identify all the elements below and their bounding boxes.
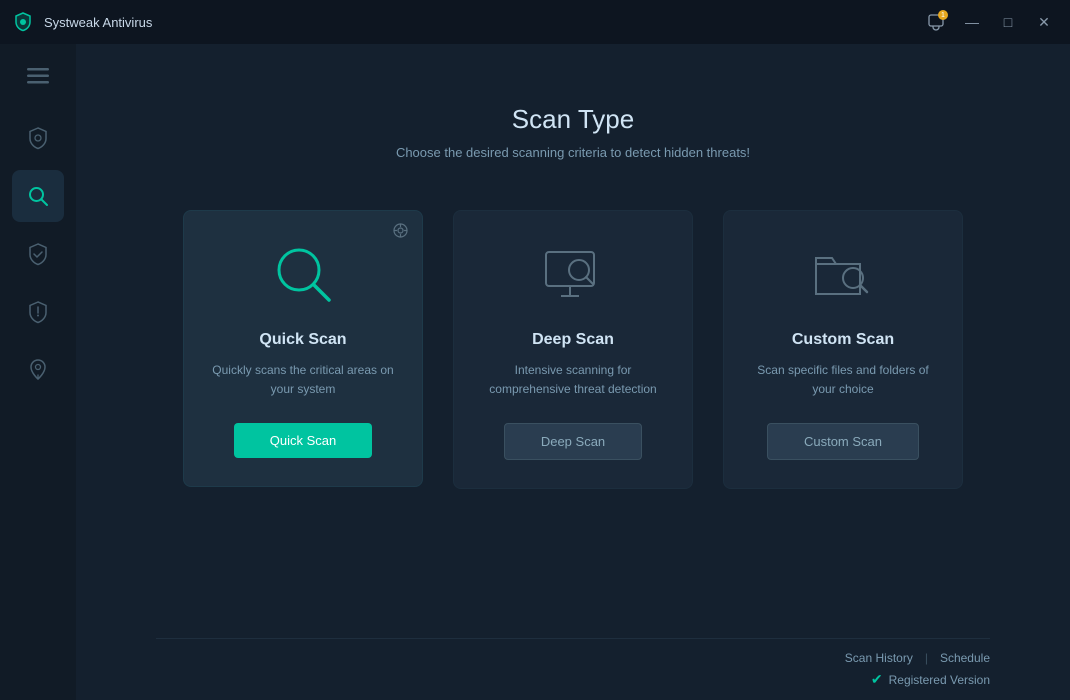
- notification-badge: 1: [938, 10, 948, 20]
- sidebar: [0, 44, 76, 700]
- page-header: Scan Type Choose the desired scanning cr…: [396, 104, 750, 160]
- sidebar-item-scan[interactable]: [12, 170, 64, 222]
- titlebar-controls: 1 — □ ✕: [922, 8, 1058, 36]
- custom-scan-desc: Scan specific files and folders of your …: [748, 361, 938, 399]
- close-button[interactable]: ✕: [1030, 12, 1058, 32]
- schedule-link[interactable]: Schedule: [940, 651, 990, 665]
- quick-scan-desc: Quickly scans the critical areas on your…: [208, 361, 398, 399]
- maximize-button[interactable]: □: [994, 12, 1022, 32]
- registered-text: Registered Version: [889, 673, 990, 687]
- page-subtitle: Choose the desired scanning criteria to …: [396, 145, 750, 160]
- titlebar: Systweak Antivirus 1 — □ ✕: [0, 0, 1070, 44]
- titlebar-left: Systweak Antivirus: [12, 11, 152, 33]
- sidebar-item-check[interactable]: [12, 228, 64, 280]
- quick-scan-name: Quick Scan: [259, 331, 346, 349]
- sidebar-item-boost[interactable]: [12, 344, 64, 396]
- minimize-button[interactable]: —: [958, 12, 986, 32]
- app-title: Systweak Antivirus: [44, 15, 152, 30]
- footer: Scan History | Schedule ✔ Registered Ver…: [116, 638, 1030, 700]
- app-logo-icon: [12, 11, 34, 33]
- card-settings-icon[interactable]: [393, 223, 408, 241]
- quick-scan-icon: [273, 241, 333, 311]
- registered-check-icon: ✔: [871, 671, 883, 688]
- footer-status: ✔ Registered Version: [156, 671, 990, 688]
- scan-cards-container: Quick Scan Quickly scans the critical ar…: [183, 210, 963, 489]
- custom-scan-card[interactable]: Custom Scan Scan specific files and fold…: [723, 210, 963, 489]
- custom-scan-name: Custom Scan: [792, 331, 894, 349]
- quick-scan-button[interactable]: Quick Scan: [234, 423, 372, 458]
- deep-scan-button[interactable]: Deep Scan: [504, 423, 642, 460]
- footer-separator: |: [925, 651, 928, 665]
- sidebar-item-protection[interactable]: [12, 112, 64, 164]
- page-title: Scan Type: [396, 104, 750, 135]
- quick-scan-card[interactable]: Quick Scan Quickly scans the critical ar…: [183, 210, 423, 487]
- custom-scan-icon: [811, 241, 876, 311]
- content-area: Scan Type Choose the desired scanning cr…: [76, 44, 1070, 700]
- footer-divider: [156, 638, 990, 639]
- deep-scan-card[interactable]: Deep Scan Intensive scanning for compreh…: [453, 210, 693, 489]
- custom-scan-button[interactable]: Custom Scan: [767, 423, 919, 460]
- deep-scan-desc: Intensive scanning for comprehensive thr…: [478, 361, 668, 399]
- deep-scan-icon: [541, 241, 606, 311]
- main-layout: Scan Type Choose the desired scanning cr…: [0, 44, 1070, 700]
- sidebar-item-menu[interactable]: [12, 54, 64, 98]
- sidebar-item-guard[interactable]: [12, 286, 64, 338]
- footer-links: Scan History | Schedule: [156, 651, 990, 665]
- scan-history-link[interactable]: Scan History: [845, 651, 913, 665]
- deep-scan-name: Deep Scan: [532, 331, 614, 349]
- notification-button[interactable]: 1: [922, 8, 950, 36]
